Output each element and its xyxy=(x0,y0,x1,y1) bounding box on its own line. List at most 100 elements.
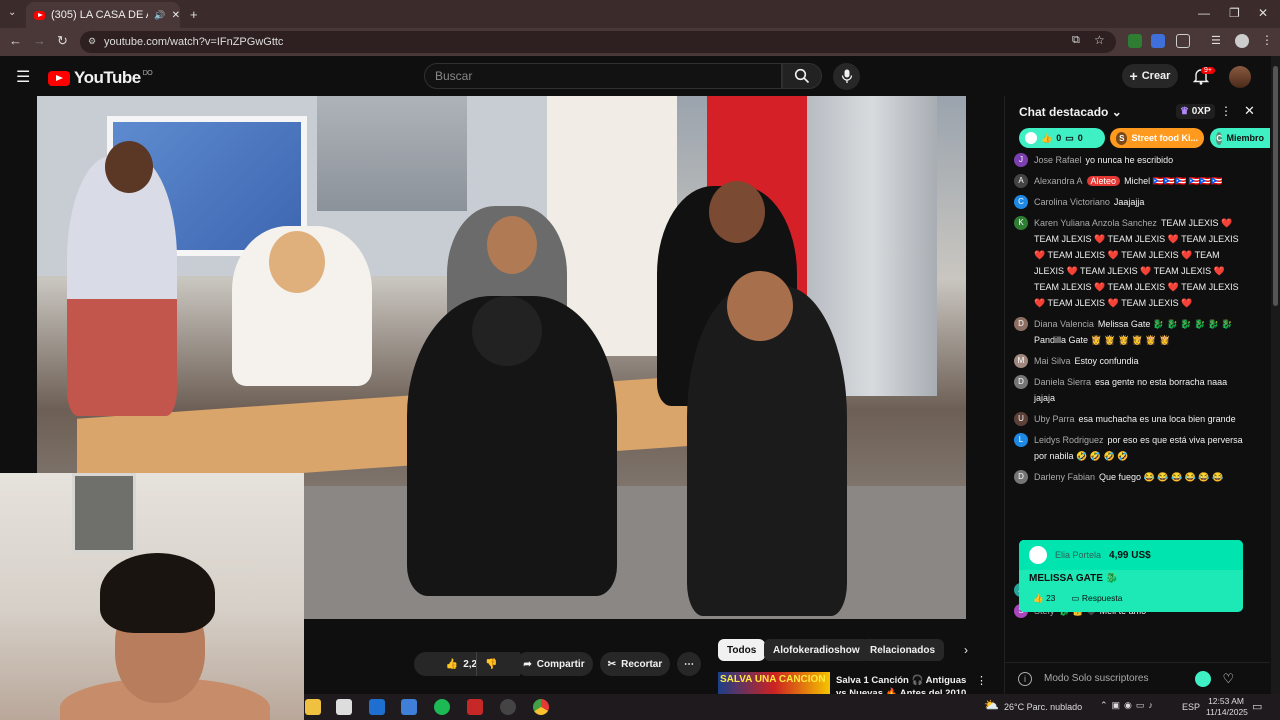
clock[interactable]: 12:53 AM 11/14/2025 xyxy=(1206,696,1248,718)
bookmark-star-icon[interactable]: ☆ xyxy=(1094,33,1105,47)
chat-pinned-pill[interactable]: S Street food Ki... xyxy=(1110,128,1204,148)
more-actions-button[interactable]: ⋯ xyxy=(677,652,701,676)
video-person-head xyxy=(727,271,793,341)
close-window-icon[interactable]: ✕ xyxy=(1258,6,1268,20)
calculator-icon[interactable] xyxy=(336,699,352,715)
minimize-icon[interactable]: — xyxy=(1198,6,1210,20)
browser-menu-icon[interactable]: ⋮ xyxy=(1261,33,1273,47)
pill-member-label: Miembro xyxy=(1226,133,1264,143)
create-button[interactable]: + Crear xyxy=(1122,64,1178,88)
chip-relacionados[interactable]: Relacionados xyxy=(861,639,945,661)
share-label: Compartir xyxy=(536,658,585,670)
chat-message[interactable]: M Mai Silva Estoy confundia xyxy=(1014,353,1248,369)
back-icon[interactable]: ← xyxy=(9,33,22,48)
chat-message[interactable]: J Jose Rafael yo nunca he escribido xyxy=(1014,152,1248,168)
chat-poll-pill[interactable]: 👍 0 ▭ 0 xyxy=(1019,128,1105,148)
tab-list-icon[interactable]: ⌄ xyxy=(8,7,16,18)
subscribers-only-label: Modo Solo suscriptores xyxy=(1044,673,1149,684)
chat-author[interactable]: Daniela Sierra xyxy=(1034,377,1091,387)
chip-todos[interactable]: Todos xyxy=(718,639,766,661)
hamburger-menu-icon[interactable]: ☰ xyxy=(16,67,30,87)
chat-message[interactable]: D Diana Valencia Melissa Gate 🐉 🐉 🐉 🐉 🐉 🐉 … xyxy=(1014,316,1248,348)
xp-badge[interactable]: ♛ 0XP xyxy=(1176,104,1215,119)
video-person-head xyxy=(487,216,537,274)
recommended-menu-icon[interactable]: ⋮ xyxy=(976,674,987,687)
chat-avatar: A xyxy=(1014,174,1028,188)
url-field[interactable]: youtube.com/watch?v=IFnZPGwGttc xyxy=(80,31,1116,53)
translate-extension-icon[interactable] xyxy=(1151,34,1165,48)
chat-author[interactable]: Leidys Rodriguez xyxy=(1034,435,1104,445)
install-app-icon[interactable]: ⧉ xyxy=(1072,34,1080,47)
super-chat-card[interactable]: Elia Portela 4,99 US$ MELISSA GATE 🐉 👍 2… xyxy=(1019,540,1243,612)
chat-message-body: Mai Silva Estoy confundia xyxy=(1034,353,1139,369)
dislike-button[interactable]: 👎 xyxy=(476,652,506,676)
heart-reaction-icon[interactable]: ♡ xyxy=(1223,671,1235,687)
chips-next-icon[interactable]: › xyxy=(964,643,968,657)
clip-button[interactable]: ✂ Recortar xyxy=(600,652,670,676)
chat-message[interactable]: L Leidys Rodriguez por eso es que está viv… xyxy=(1014,432,1248,464)
chat-author[interactable]: Karen Yuliana Anzola Sanchez xyxy=(1034,218,1157,228)
chat-author[interactable]: Mai Silva xyxy=(1034,356,1071,366)
steam-icon[interactable] xyxy=(500,699,516,715)
restore-icon[interactable]: ❐ xyxy=(1229,6,1240,20)
outlook-icon[interactable] xyxy=(369,699,385,715)
chat-message[interactable]: D Daniela Sierra esa gente no esta borrach… xyxy=(1014,374,1248,406)
tab-audio-icon[interactable]: 🔊 xyxy=(154,10,165,21)
system-tray-icons[interactable]: ⌃▣◉▭♪ xyxy=(1100,700,1157,711)
account-avatar[interactable] xyxy=(1229,66,1251,88)
chat-author[interactable]: Uby Parra xyxy=(1034,414,1075,424)
scrollbar-thumb[interactable] xyxy=(1273,66,1278,306)
chat-message-body: Darleny Fabian Que fuego 😂 😂 😂 😂 😂 😂 xyxy=(1034,469,1223,485)
spotify-icon[interactable] xyxy=(434,699,450,715)
scissors-icon: ✂ xyxy=(607,658,617,670)
create-label: Crear xyxy=(1141,70,1171,82)
chat-author[interactable]: Alexandra A xyxy=(1034,176,1083,186)
weather-text[interactable]: 26°C Parc. nublado xyxy=(1004,702,1082,712)
super-chat-author: Elia Portela xyxy=(1055,550,1102,560)
chip-alofokeradioshow[interactable]: Alofokeradioshow xyxy=(764,639,869,661)
forward-icon[interactable]: → xyxy=(33,33,46,48)
browser-tab[interactable]: (305) LA CASA DE ALOFOK 🔊 ✕ xyxy=(26,2,180,28)
chat-message[interactable]: C Carolina Victoriano Jaajajja xyxy=(1014,194,1248,210)
chat-author[interactable]: Darleny Fabian xyxy=(1034,472,1095,482)
reading-list-icon[interactable]: ☰ xyxy=(1211,34,1221,47)
page-scrollbar[interactable] xyxy=(1271,56,1280,694)
youtube-logo[interactable]: YouTube DO xyxy=(48,68,153,88)
info-icon[interactable]: i xyxy=(1018,671,1032,686)
reload-icon[interactable]: ↻ xyxy=(57,33,68,49)
voice-search-button[interactable] xyxy=(833,63,860,90)
chat-author[interactable]: Diana Valencia xyxy=(1034,319,1094,329)
chat-message-body: Karen Yuliana Anzola Sanchez TEAM JLEXIS … xyxy=(1034,215,1248,311)
profile-avatar-icon[interactable] xyxy=(1235,34,1249,48)
app-window-icon[interactable] xyxy=(401,699,417,715)
app-red-icon[interactable] xyxy=(467,699,483,715)
chrome-icon[interactable] xyxy=(533,699,549,715)
emoji-icon[interactable] xyxy=(1194,670,1211,687)
share-button[interactable]: ➦ Compartir xyxy=(515,652,593,676)
chat-close-icon[interactable]: ✕ xyxy=(1244,103,1255,119)
chat-text: Jaajajja xyxy=(1113,197,1145,207)
chat-message[interactable]: A Alexandra A Aleteo Michel 🇵🇷🇵🇷🇵🇷 🇵🇷🇵🇷🇵🇷 xyxy=(1014,173,1248,189)
super-chat-reply-button[interactable]: ▭ Respuesta xyxy=(1071,593,1122,604)
super-chat-like-button[interactable]: 👍 23 xyxy=(1033,593,1055,604)
extension-green-icon[interactable] xyxy=(1128,34,1142,48)
search-input[interactable]: Buscar xyxy=(424,63,782,89)
notification-center-icon[interactable]: ▭ xyxy=(1252,700,1262,713)
chat-text: Que fuego 😂 😂 😂 😂 😂 😂 xyxy=(1099,472,1224,482)
extensions-puzzle-icon[interactable] xyxy=(1176,34,1190,48)
search-button[interactable] xyxy=(782,63,822,89)
input-language[interactable]: ESP xyxy=(1182,702,1200,712)
chat-member-pill[interactable]: C Miembro xyxy=(1210,128,1270,148)
chat-message[interactable]: D Darleny Fabian Que fuego 😂 😂 😂 😂 😂 😂 xyxy=(1014,469,1248,485)
chat-message[interactable]: K Karen Yuliana Anzola Sanchez TEAM JLEXIS… xyxy=(1014,215,1248,311)
tab-close-icon[interactable]: ✕ xyxy=(172,10,180,21)
chat-mode-dropdown[interactable]: Chat destacado ⌄ xyxy=(1019,105,1122,119)
site-info-icon[interactable]: ⚙ xyxy=(88,36,96,47)
file-explorer-icon[interactable] xyxy=(305,699,321,715)
chat-author[interactable]: Carolina Victoriano xyxy=(1034,197,1110,207)
thumbs-down-icon: 👎 xyxy=(485,658,498,670)
chat-author[interactable]: Jose Rafael xyxy=(1034,155,1082,165)
chat-message[interactable]: U Uby Parra esa muchacha es una loca bien … xyxy=(1014,411,1248,427)
new-tab-icon[interactable]: + xyxy=(190,7,198,22)
chat-menu-icon[interactable]: ⋮ xyxy=(1220,104,1232,118)
